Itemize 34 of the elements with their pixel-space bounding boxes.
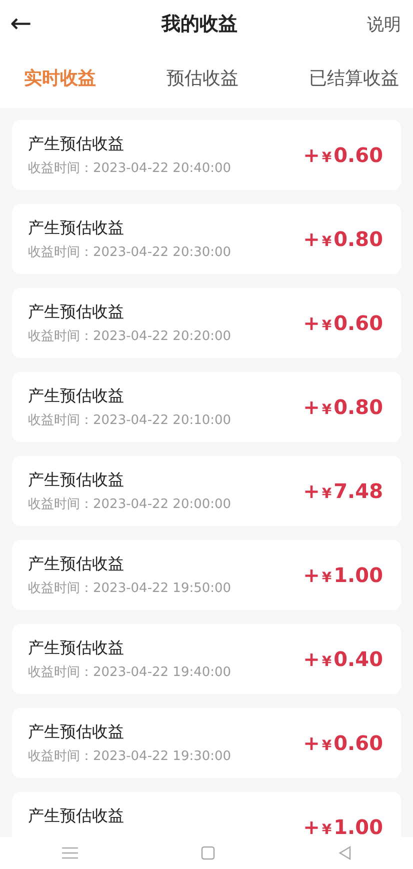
home-icon[interactable] [200,846,214,860]
record-title: 产生预估收益 [28,134,125,155]
record-title: 产生预估收益 [28,722,125,743]
record-time: 收益时间：2023-04-22 20:30:00 [28,244,232,261]
back-icon[interactable] [338,846,352,860]
amount: +¥1.00 [303,815,383,837]
amount: +¥0.80 [303,395,383,419]
record-time: 收益时间：2023-04-22 20:10:00 [28,412,232,429]
back-button[interactable]: ← [10,9,32,39]
tab[interactable]: 已结算收益 [309,66,399,90]
record-time: 收益时间：2023-04-22 19:40:00 [28,664,232,681]
record-title: 产生预估收益 [28,386,125,407]
amount: +¥0.60 [303,143,383,167]
record-time: 收益时间：2023-04-22 19:30:00 [28,748,232,765]
page-title: 我的收益 [161,12,238,37]
menu-icon[interactable] [62,847,78,859]
record-time: 收益时间：2023-04-22 19:50:00 [28,580,232,597]
amount: +¥0.80 [303,227,383,251]
record-title: 产生预估收益 [28,638,125,659]
record-title: 产生预估收益 [28,302,125,323]
record-time: 收益时间：2023-04-22 20:00:00 [28,496,232,513]
amount: +¥0.60 [303,731,383,755]
record-time: 收益时间：2023-04-22 20:40:00 [28,160,232,177]
amount: +¥0.40 [303,647,383,671]
amount: +¥1.00 [303,563,383,587]
record-time: 收益时间：2023-04-22 20:20:00 [28,328,232,345]
amount: +¥0.60 [303,311,383,335]
amount: +¥7.48 [303,479,383,503]
record-title: 产生预估收益 [28,218,125,239]
record-title: 产生预估收益 [28,806,124,827]
help-link[interactable]: 说明 [366,12,401,36]
record-title: 产生预估收益 [28,470,125,491]
record-title: 产生预估收益 [28,554,125,575]
tab[interactable]: 预估收益 [166,66,238,90]
